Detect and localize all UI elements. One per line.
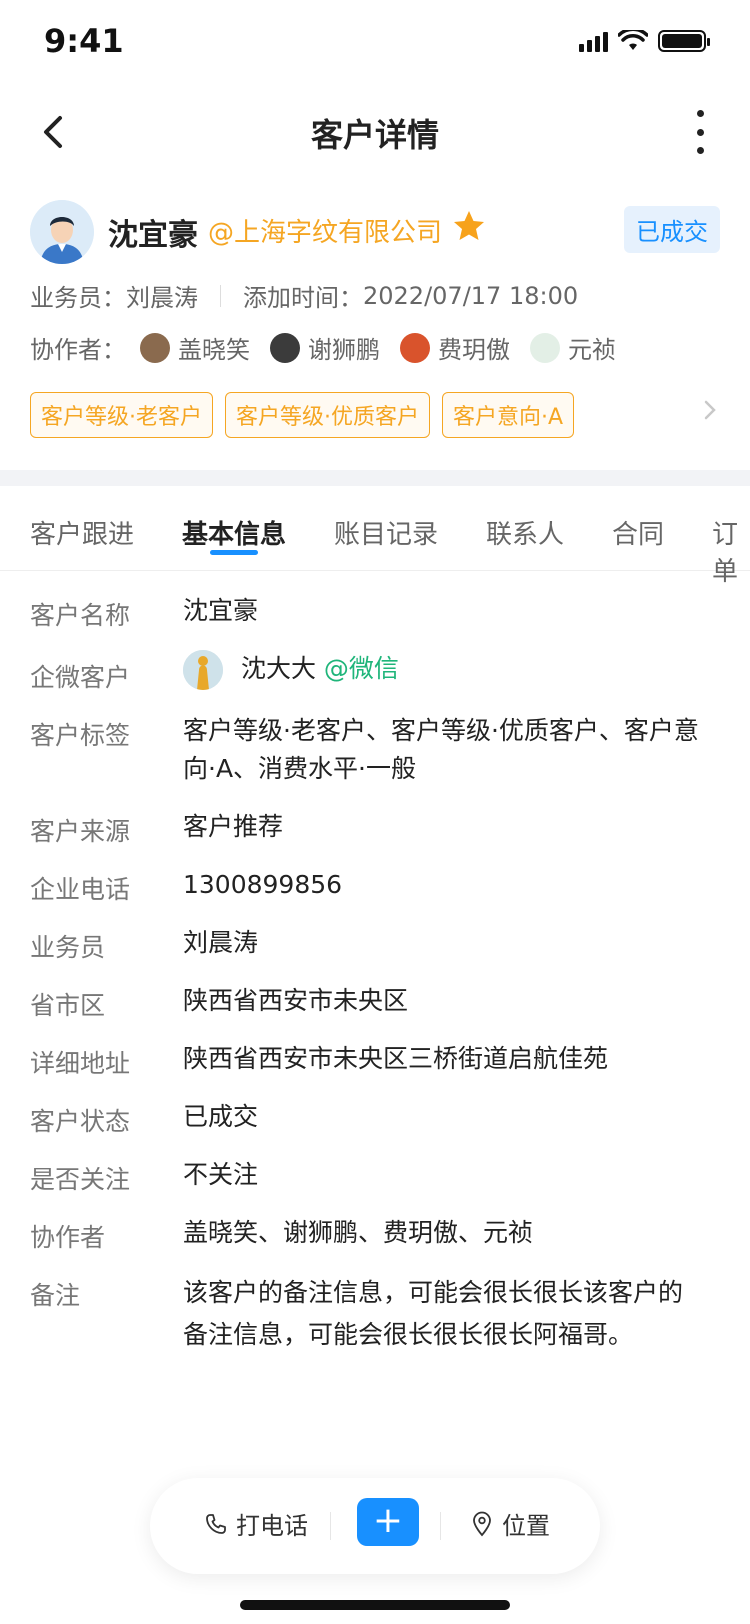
- meta-row: 业务员： 刘晨涛 添加时间： 2022/07/17 18:00: [30, 278, 578, 313]
- added-time: 2022/07/17 18:00: [363, 281, 579, 310]
- tab-follow-up[interactable]: 客户跟进: [30, 514, 134, 551]
- bottom-action-bar: 打电话 + 位置: [150, 1478, 600, 1574]
- status-bar: 9:41: [0, 0, 750, 88]
- wechat-name: 沈大大: [240, 654, 316, 683]
- info-label: 企微客户: [30, 663, 131, 692]
- collaborator[interactable]: 元祯: [530, 330, 616, 365]
- status-icons: [579, 30, 710, 52]
- phone-value[interactable]: 1300899856: [183, 866, 703, 904]
- section-divider: [0, 470, 750, 486]
- call-button[interactable]: 打电话: [204, 1506, 308, 1541]
- nav-bar: 客户详情: [0, 88, 750, 176]
- info-label: 省市区: [30, 991, 106, 1020]
- collaborator-name: 费玥傲: [438, 336, 510, 364]
- info-value: 不关注: [183, 1160, 259, 1189]
- wechat-customer[interactable]: 沈大大 @微信: [183, 650, 703, 690]
- battery-icon: [658, 30, 710, 52]
- tags-row: 客户等级·老客户 客户等级·优质客户 客户意向·A: [30, 392, 575, 438]
- customer-tag: 客户等级·优质客户: [225, 392, 430, 438]
- status-time: 9:41: [44, 22, 124, 60]
- add-button[interactable]: +: [357, 1498, 419, 1546]
- tab-orders[interactable]: 订单: [712, 514, 750, 588]
- location-button[interactable]: 位置: [470, 1506, 550, 1541]
- info-label: 企业电话: [30, 875, 131, 904]
- collaborator[interactable]: 盖晓笑: [140, 330, 250, 365]
- salesman-label: 业务员：: [30, 284, 126, 312]
- customer-tag: 客户意向·A: [442, 392, 575, 438]
- avatar: [30, 200, 94, 264]
- location-label: 位置: [502, 1512, 550, 1540]
- info-label: 业务员: [30, 933, 106, 962]
- home-indicator: [240, 1600, 510, 1610]
- info-value: 客户推荐: [183, 812, 284, 841]
- company-link[interactable]: @上海字纹有限公司: [208, 212, 442, 249]
- divider: [220, 284, 221, 307]
- tab-basic-info[interactable]: 基本信息: [182, 514, 286, 551]
- collaborators-label: 协作者：: [30, 336, 126, 364]
- signal-icon: [579, 30, 608, 52]
- info-value: 已成交: [183, 1102, 259, 1131]
- info-label: 是否关注: [30, 1165, 131, 1194]
- status-badge: 已成交: [624, 206, 720, 253]
- info-value: 盖晓笑、谢狮鹏、费玥傲、元祯: [183, 1218, 534, 1247]
- star-icon[interactable]: [451, 208, 487, 244]
- active-tab-indicator: [210, 550, 258, 555]
- divider: [330, 1512, 331, 1540]
- avatar: [400, 332, 430, 363]
- customer-name: 沈宜豪: [108, 218, 198, 253]
- location-icon: [473, 1511, 491, 1536]
- tab-accounts[interactable]: 账目记录: [334, 514, 438, 551]
- info-value: 该客户的备注信息，可能会很长很长该客户的备注信息，可能会很长很长很长阿福哥。: [183, 1278, 684, 1349]
- avatar: [140, 332, 170, 363]
- avatar: [270, 332, 300, 363]
- info-label: 客户标签: [30, 721, 131, 750]
- tab-contract[interactable]: 合同: [612, 514, 664, 551]
- phone-icon: [206, 1513, 226, 1534]
- info-value: 陕西省西安市未央区三桥街道启航佳苑: [183, 1044, 609, 1073]
- collaborator-name: 元祯: [568, 336, 616, 364]
- info-value: 陕西省西安市未央区: [183, 986, 409, 1015]
- call-label: 打电话: [236, 1512, 308, 1540]
- avatar: [530, 332, 560, 363]
- collaborator[interactable]: 费玥傲: [400, 330, 510, 365]
- info-value: 客户等级·老客户、客户等级·优质客户、客户意向·A、消费水平·一般: [183, 716, 699, 783]
- info-label: 客户名称: [30, 601, 131, 630]
- collaborator-name: 盖晓笑: [178, 336, 250, 364]
- info-label: 客户来源: [30, 817, 131, 846]
- more-icon[interactable]: [690, 110, 710, 154]
- info-value: 刘晨涛: [183, 928, 259, 957]
- divider: [440, 1512, 441, 1540]
- info-label: 详细地址: [30, 1049, 131, 1078]
- collaborator-name: 谢狮鹏: [308, 336, 380, 364]
- tab-contacts[interactable]: 联系人: [486, 514, 564, 551]
- wechat-handle: @微信: [323, 654, 399, 683]
- page-title: 客户详情: [310, 116, 439, 154]
- collaborator[interactable]: 谢狮鹏: [270, 330, 380, 365]
- info-label: 协作者: [30, 1223, 106, 1252]
- collaborators-row: 协作者： 盖晓笑 谢狮鹏 费玥傲 元祯: [30, 330, 622, 365]
- wifi-icon: [618, 30, 648, 50]
- info-value: 沈宜豪: [183, 596, 259, 625]
- tab-bar: 客户跟进 基本信息 账目记录 联系人 合同 订单: [0, 486, 750, 587]
- customer-tag: 客户等级·老客户: [30, 392, 213, 438]
- customer-detail-page: 9:41 客户详情 沈宜豪 @上海字纹有限公司 已成交 业务员： 刘晨涛 添加时…: [0, 0, 750, 1624]
- added-label: 添加时间：: [243, 284, 363, 312]
- info-label: 备注: [30, 1281, 81, 1310]
- info-label: 客户状态: [30, 1107, 131, 1136]
- chevron-right-icon[interactable]: [700, 398, 720, 422]
- avatar: [183, 650, 223, 690]
- salesman-value: 刘晨涛: [126, 284, 198, 312]
